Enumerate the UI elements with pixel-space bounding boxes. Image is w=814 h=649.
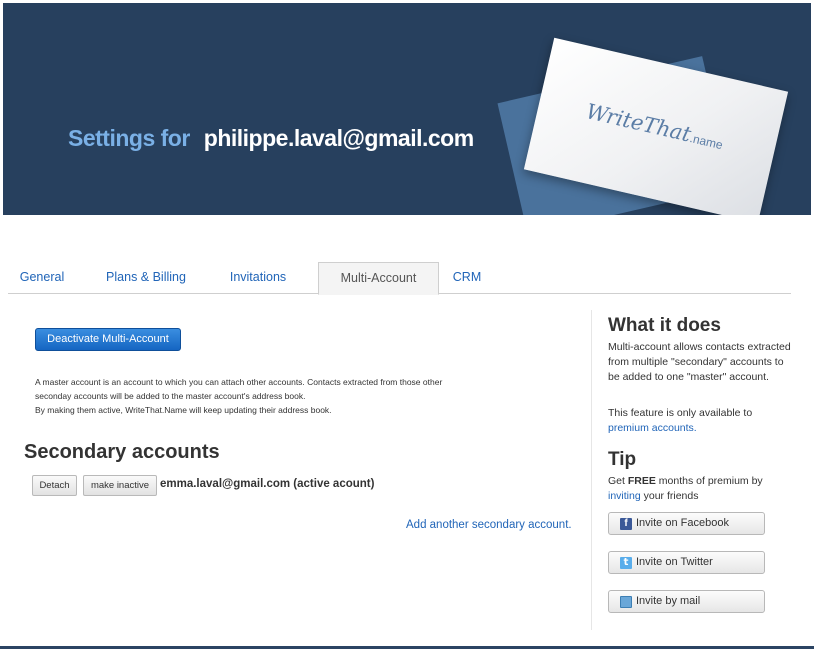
page-title-lead: Settings for — [68, 125, 190, 151]
tab-crm[interactable]: CRM — [449, 262, 485, 294]
invite-facebook-label: Invite on Facebook — [636, 517, 729, 529]
tip-heading: Tip — [608, 449, 637, 470]
settings-tabs: General Plans & Billing Invitations Mult… — [8, 262, 791, 295]
invite-mail-label: Invite by mail — [636, 595, 701, 607]
what-it-does-text: Multi-account allows contacts extracted … — [608, 341, 791, 383]
facebook-icon: f — [620, 518, 632, 530]
availability-text: This feature is only available to — [608, 407, 753, 419]
description-line-3: By making them active, WriteThat.Name wi… — [35, 405, 332, 415]
what-it-does-heading: What it does — [608, 315, 721, 336]
page-title-email: philippe.laval@gmail.com — [203, 125, 474, 151]
mail-icon — [620, 596, 632, 608]
inviting-link[interactable]: inviting — [608, 490, 641, 502]
invite-twitter-button[interactable]: t Invite on Twitter — [608, 551, 765, 574]
detach-button[interactable]: Detach — [32, 475, 77, 496]
logo-text: WriteThat — [583, 99, 694, 147]
tab-plans-billing[interactable]: Plans & Billing — [100, 262, 192, 294]
multi-account-description: A master account is an account to which … — [35, 375, 525, 417]
invite-twitter-label: Invite on Twitter — [636, 556, 713, 568]
tab-invitations[interactable]: Invitations — [220, 262, 296, 294]
tip-free: FREE — [627, 475, 656, 487]
add-secondary-account-link[interactable]: Add another secondary account. — [406, 519, 572, 531]
tip-text: Get FREE months of premium by inviting y… — [608, 474, 793, 504]
main-panel: Deactivate Multi-Account A master accoun… — [0, 295, 590, 625]
secondary-account-email: emma.laval@gmail.com (active acount) — [160, 478, 375, 490]
writethat-name-logo: WriteThat.name — [584, 99, 726, 154]
tip-get: Get — [608, 475, 625, 487]
logo-suffix: .name — [688, 131, 725, 153]
tab-general[interactable]: General — [8, 262, 76, 294]
page-title: Settings for philippe.laval@gmail.com — [68, 125, 474, 152]
description-line-1: A master account is an account to which … — [35, 377, 443, 387]
tab-multi-account[interactable]: Multi-Account — [318, 262, 439, 295]
secondary-accounts-heading: Secondary accounts — [24, 441, 220, 463]
deactivate-multi-account-button[interactable]: Deactivate Multi-Account — [35, 328, 181, 351]
description-line-2: seconday accounts will be added to the m… — [35, 391, 306, 401]
availability-note: This feature is only available to premiu… — [608, 406, 793, 436]
sidebar: What it does Multi-account allows contac… — [591, 310, 806, 630]
premium-accounts-link[interactable]: premium accounts. — [608, 422, 697, 434]
tip-months: months of premium by — [658, 475, 763, 487]
invite-mail-button[interactable]: Invite by mail — [608, 590, 765, 613]
header-banner: Settings for philippe.laval@gmail.com Wri… — [3, 3, 811, 215]
invite-facebook-button[interactable]: f Invite on Facebook — [608, 512, 765, 535]
make-inactive-button[interactable]: make inactive — [83, 475, 157, 496]
tip-friends: your friends — [643, 490, 699, 502]
twitter-icon: t — [620, 557, 632, 569]
